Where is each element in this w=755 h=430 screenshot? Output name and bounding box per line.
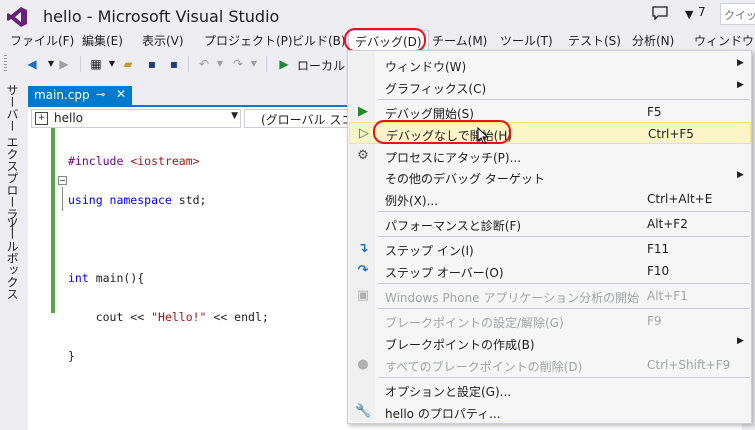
submenu-arrow-icon: ▶ xyxy=(737,80,744,90)
toolbar-grip[interactable] xyxy=(4,55,7,73)
menu-debug[interactable]: デバッグ(D) xyxy=(348,30,429,51)
mouse-cursor-icon xyxy=(477,127,489,145)
toolbar-separator xyxy=(80,56,81,72)
notification-count: 7 xyxy=(698,5,706,19)
debug-menu-item-delete-breakpoints[interactable]: ● すべてのブレークポイントの削除(D) Ctrl+Shift+F9 xyxy=(349,354,751,376)
chevron-down-icon: ▼ xyxy=(231,111,238,121)
quick-launch-input[interactable]: クイック xyxy=(720,3,755,25)
source-code[interactable]: #include <iostream> using namespace std;… xyxy=(58,129,269,389)
debug-menu-item-options[interactable]: オプションと設定(G)... xyxy=(349,379,751,401)
debug-menu-item-start-without-debugging[interactable]: ▷ デバッグなしで開始(H) Ctrl+F5 xyxy=(349,122,751,144)
project-navigation-dropdown[interactable]: + hello ▼ xyxy=(31,109,241,128)
menu-bar: ファイル(F) 編集(E) 表示(V) プロジェクト(P) ビルド(B) デバッ… xyxy=(0,30,755,51)
menu-separator xyxy=(378,308,750,309)
menu-project[interactable]: プロジェクト(P) xyxy=(204,32,293,49)
menu-window[interactable]: ウィンドウ(W) xyxy=(694,32,755,49)
menu-tools[interactable]: ツール(T) xyxy=(500,32,553,49)
menu-separator xyxy=(378,236,750,237)
save-all-icon[interactable]: ▪ xyxy=(166,56,182,72)
menu-separator xyxy=(378,211,750,212)
project-name: hello xyxy=(54,111,83,125)
menu-build[interactable]: ビルド(B) xyxy=(292,32,346,49)
debug-menu-item-other-targets[interactable]: その他のデバッグ ターゲット ▶ xyxy=(349,166,751,188)
gears-icon: ⚙ xyxy=(357,148,369,163)
navigate-back-icon[interactable]: ◀ xyxy=(24,56,40,72)
tab-main-cpp[interactable]: main.cpp ⊸ ✕ xyxy=(28,86,132,105)
debug-menu-item-graphics[interactable]: グラフィックス(C) ▶ xyxy=(349,76,751,98)
debug-menu-item-toggle-breakpoint[interactable]: ブレークポイントの設定/解除(G) F9 xyxy=(349,310,751,332)
navigate-forward-icon[interactable]: ▶ xyxy=(56,56,72,72)
open-file-icon[interactable]: ▰ xyxy=(120,56,136,72)
redo-dropdown-icon[interactable]: ▼ xyxy=(246,56,262,72)
menu-separator xyxy=(378,99,750,100)
undo-icon[interactable]: ↶ xyxy=(196,56,212,72)
menu-separator xyxy=(378,283,750,284)
feedback-icon[interactable] xyxy=(652,6,668,20)
toolbar-separator xyxy=(266,56,267,72)
redo-icon[interactable]: ↷ xyxy=(230,56,246,72)
debug-menu-item-step-over[interactable]: ↷ ステップ オーバー(O) F10 xyxy=(349,260,751,282)
menu-separator xyxy=(378,377,750,378)
wrench-icon: 🔧 xyxy=(355,404,372,419)
step-over-icon: ↷ xyxy=(357,263,369,278)
debug-menu-item-exceptions[interactable]: 例外(X)... Ctrl+Alt+E xyxy=(349,188,751,210)
change-tracking-bar xyxy=(51,128,55,313)
title-bar: hello - Microsoft Visual Studio ▼ 7 クイック xyxy=(0,0,755,32)
menu-team[interactable]: チーム(M) xyxy=(432,32,487,49)
submenu-arrow-icon: ▶ xyxy=(737,58,744,68)
menu-analyze[interactable]: 分析(N) xyxy=(632,32,674,49)
debug-menu-item-new-breakpoint[interactable]: ブレークポイントの作成(B) ▶ xyxy=(349,332,751,354)
code-line: cout << "Hello!" << endl; xyxy=(68,310,269,324)
debug-menu-item-step-into[interactable]: ↴ ステップ イン(I) F11 xyxy=(349,238,751,260)
debug-menu-item-performance[interactable]: パフォーマンスと診断(F) Alt+F2 xyxy=(349,213,751,235)
scope-navigation-dropdown[interactable]: (グローバル スコー xyxy=(244,109,354,128)
submenu-arrow-icon: ▶ xyxy=(737,170,744,180)
debug-menu-item-phone-analysis[interactable]: ▣ Windows Phone アプリケーション分析の開始 Alt+F1 xyxy=(349,285,751,307)
menu-file[interactable]: ファイル(F) xyxy=(10,32,74,49)
submenu-arrow-icon: ▶ xyxy=(737,336,744,346)
debug-menu-item-windows[interactable]: ウィンドウ(W) ▶ xyxy=(349,54,751,76)
debug-menu-item-start-debugging[interactable]: ▶ デバッグ開始(S) F5 xyxy=(349,101,751,123)
cpp-file-icon: + xyxy=(35,112,48,125)
toolbar-separator xyxy=(188,56,189,72)
code-line: using namespace std; xyxy=(68,193,207,207)
visual-studio-logo-icon xyxy=(7,7,27,27)
code-line: int main(){ xyxy=(68,271,145,285)
debug-menu-dropdown: ウィンドウ(W) ▶ グラフィックス(C) ▶ ▶ デバッグ開始(S) F5 ▷… xyxy=(347,50,752,424)
step-into-icon: ↴ xyxy=(357,241,369,256)
window-title: hello - Microsoft Visual Studio xyxy=(43,7,280,26)
new-project-icon[interactable]: ▦ xyxy=(88,56,104,72)
new-project-dropdown-icon[interactable]: ▼ xyxy=(104,56,120,72)
undo-dropdown-icon[interactable]: ▼ xyxy=(212,56,228,72)
menu-test[interactable]: テスト(S) xyxy=(568,32,621,49)
debug-menu-item-properties[interactable]: 🔧 hello のプロパティ... xyxy=(349,401,751,423)
tab-title: main.cpp xyxy=(34,88,90,102)
left-tool-rail: サーバー エクスプローラー ツールボックス xyxy=(0,78,24,430)
play-icon: ▶ xyxy=(358,104,368,119)
code-line: } xyxy=(68,349,75,363)
toolbox-tab[interactable]: ツールボックス xyxy=(4,216,21,300)
server-explorer-tab[interactable]: サーバー エクスプローラー xyxy=(4,84,21,232)
notification-flag-icon[interactable]: ▼ xyxy=(685,8,693,21)
delete-breakpoints-icon: ● xyxy=(357,357,369,372)
menu-view[interactable]: 表示(V) xyxy=(142,32,184,49)
menu-edit[interactable]: 編集(E) xyxy=(82,32,123,49)
pin-icon[interactable]: ⊸ xyxy=(96,88,105,101)
start-debugging-icon[interactable]: ▶ xyxy=(276,56,292,72)
close-icon[interactable]: ✕ xyxy=(116,87,126,101)
code-line: #include <iostream> xyxy=(68,154,200,168)
debug-menu-item-attach-process[interactable]: ⚙ プロセスにアタッチ(P)... xyxy=(349,145,751,167)
play-outline-icon: ▷ xyxy=(359,126,369,141)
save-icon[interactable]: ▪ xyxy=(144,56,160,72)
phone-analysis-icon: ▣ xyxy=(356,288,370,303)
